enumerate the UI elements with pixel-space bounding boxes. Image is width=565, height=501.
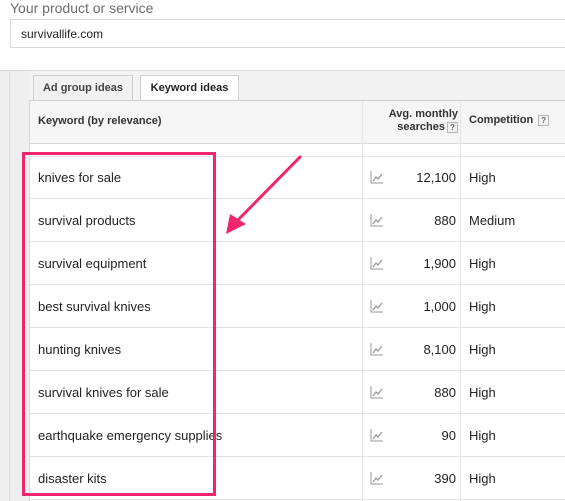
keyword-cell: hunting knives	[38, 342, 122, 357]
table-row: disaster kits 390 High	[30, 457, 565, 500]
trend-chart-icon[interactable]	[370, 256, 384, 270]
trend-chart-icon[interactable]	[370, 213, 384, 227]
keyword-column-header[interactable]: Keyword (by relevance)	[38, 115, 162, 127]
avg-header-line1: Avg. monthly	[388, 108, 458, 120]
table-row: knives for sale 12,100 High	[30, 156, 565, 199]
keyword-cell: survival knives for sale	[38, 385, 169, 400]
table-row: hunting knives 8,100 High	[30, 328, 565, 371]
competition-header-label: Competition	[469, 114, 534, 126]
keyword-table-body: knives for sale 12,100 High survival produc…	[30, 156, 565, 500]
table-row: survival equipment 1,900 High	[30, 242, 565, 285]
tab-keyword-ideas[interactable]: Keyword ideas	[140, 75, 239, 102]
competition-column-header[interactable]: Competition ?	[469, 114, 550, 126]
trend-chart-icon[interactable]	[370, 342, 384, 356]
trend-chart-icon[interactable]	[370, 170, 384, 184]
trend-chart-icon[interactable]	[370, 428, 384, 442]
table-header: Keyword (by relevance) Avg. monthly sear…	[30, 101, 565, 144]
competition-cell: Medium	[469, 213, 516, 228]
keyword-cell: earthquake emergency supplies	[38, 428, 223, 443]
table-row: survival knives for sale 880 High	[30, 371, 565, 414]
help-icon[interactable]: ?	[538, 114, 550, 126]
competition-cell: High	[469, 299, 496, 314]
avg-searches-cell: 390	[434, 471, 456, 486]
table-spacer-row	[30, 143, 565, 157]
product-input[interactable]: survivallife.com	[10, 19, 565, 48]
avg-searches-column-header[interactable]: Avg. monthly searches?	[362, 108, 458, 134]
avg-searches-cell: 8,100	[423, 342, 456, 357]
product-input-value: survivallife.com	[21, 27, 104, 41]
competition-cell: High	[469, 256, 496, 271]
keyword-cell: disaster kits	[38, 471, 107, 486]
left-panel	[0, 71, 29, 501]
avg-searches-cell: 90	[441, 428, 456, 443]
trend-chart-icon[interactable]	[370, 385, 384, 399]
tab-bar: Ad group ideas Keyword ideas	[29, 71, 565, 102]
keyword-cell: best survival knives	[38, 299, 151, 314]
keyword-cell: survival products	[38, 213, 136, 228]
competition-cell: High	[469, 170, 496, 185]
product-label: Your product or service	[10, 0, 154, 16]
avg-searches-cell: 880	[434, 213, 456, 228]
table-row: best survival knives 1,000 High	[30, 285, 565, 328]
trend-chart-icon[interactable]	[370, 471, 384, 485]
competition-cell: High	[469, 428, 496, 443]
keyword-cell: knives for sale	[38, 170, 122, 185]
competition-cell: High	[469, 385, 496, 400]
avg-searches-cell: 1,900	[423, 256, 456, 271]
avg-searches-cell: 1,000	[423, 299, 456, 314]
table-row: survival products 880 Medium	[30, 199, 565, 242]
avg-searches-cell: 880	[434, 385, 456, 400]
avg-header-line2: searches	[397, 121, 445, 133]
competition-cell: High	[469, 342, 496, 357]
keyword-cell: survival equipment	[38, 256, 147, 271]
help-icon[interactable]: ?	[447, 121, 458, 133]
table-row: earthquake emergency supplies 90 High	[30, 414, 565, 457]
keyword-planner-page: Your product or service survivallife.com…	[0, 0, 565, 501]
trend-chart-icon[interactable]	[370, 299, 384, 313]
competition-cell: High	[469, 471, 496, 486]
tab-ad-group-ideas[interactable]: Ad group ideas	[33, 75, 133, 101]
avg-searches-cell: 12,100	[416, 170, 456, 185]
